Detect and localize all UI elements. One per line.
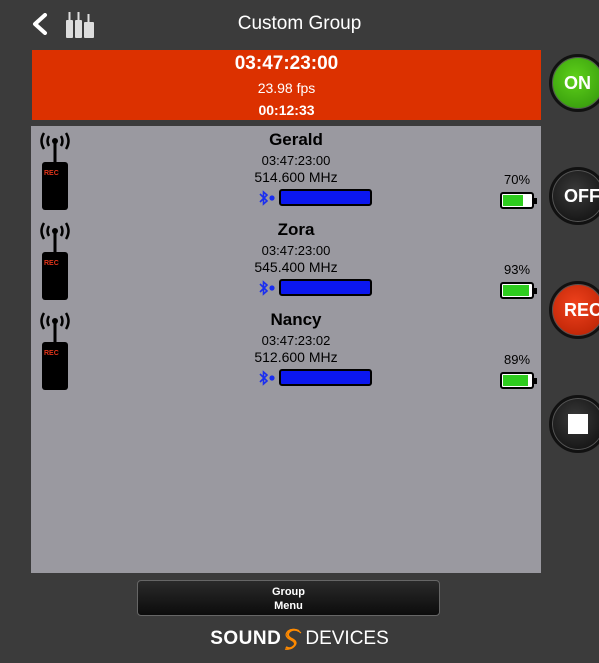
brand-devices: DEVICES [305, 628, 389, 649]
power-off-button[interactable]: OFF [549, 167, 599, 225]
device-row-nancy[interactable]: REC Nancy 03:47:23:02 512.600 MHz 89% [31, 306, 541, 396]
device-info: Zora 03:47:23:00 545.400 MHz [201, 220, 391, 296]
header-bar: Custom Group [0, 0, 599, 48]
timecode-main: 03:47:23:00 [234, 53, 339, 74]
battery-fill [503, 195, 523, 206]
page-title: Custom Group [237, 13, 362, 34]
power-on-button[interactable]: ON [549, 54, 599, 112]
battery-fill [503, 285, 529, 296]
bluetooth-icon [259, 369, 275, 386]
stop-button[interactable] [549, 395, 599, 453]
timecode-display: 03:47:23:00 23.98 fps 00:12:33 [32, 50, 541, 120]
wireless-transmitter-icon: REC [40, 222, 70, 300]
rf-level-bar [279, 369, 372, 386]
stop-icon [568, 414, 588, 434]
group-menu-label-line1: Group [272, 586, 305, 598]
battery-percent: 93% [503, 262, 531, 277]
bluetooth-icon [259, 279, 275, 296]
battery-percent: 89% [503, 352, 531, 367]
device-row-zora[interactable]: REC Zora 03:47:23:00 545.400 MHz 93% [31, 216, 541, 306]
battery-icon [500, 372, 537, 389]
elapsed-time: 00:12:33 [258, 102, 315, 118]
device-timecode: 03:47:23:00 [261, 153, 331, 168]
transmitter-group-icon[interactable] [64, 10, 98, 38]
rec-label: REC [564, 299, 599, 320]
device-name: Gerald [269, 130, 323, 149]
group-menu-label-line2: Menu [274, 600, 303, 612]
battery-status: 93% [497, 262, 537, 299]
rf-level-bar [279, 189, 372, 206]
device-timecode: 03:47:23:02 [261, 333, 331, 348]
group-menu-button[interactable]: Group Menu [137, 580, 440, 616]
record-button[interactable]: REC [549, 281, 599, 339]
device-frequency: 545.400 MHz [254, 259, 338, 275]
rf-level-bar [279, 279, 372, 296]
battery-icon [500, 282, 537, 299]
back-button[interactable] [28, 10, 52, 38]
rec-indicator: REC [44, 170, 59, 177]
device-row-gerald[interactable]: REC Gerald 03:47:23:00 514.600 MHz 70% [31, 126, 541, 216]
rec-indicator: REC [44, 350, 59, 357]
device-list: REC Gerald 03:47:23:00 514.600 MHz 70% R… [31, 126, 541, 573]
device-info: Gerald 03:47:23:00 514.600 MHz [201, 130, 391, 206]
frame-rate: 23.98 fps [257, 80, 316, 96]
sound-devices-logo-icon [285, 628, 302, 650]
device-info: Nancy 03:47:23:02 512.600 MHz [201, 310, 391, 386]
battery-icon [500, 192, 537, 209]
chevron-left-icon [33, 13, 47, 35]
battery-status: 70% [497, 172, 537, 209]
signal-row [201, 279, 391, 296]
brand-sound: SOUND [210, 628, 282, 649]
off-label: OFF [564, 185, 599, 206]
device-name: Nancy [270, 310, 322, 329]
rec-indicator: REC [44, 260, 59, 267]
brand-logo: SOUND DEVICES [0, 627, 599, 651]
wireless-transmitter-icon: REC [40, 312, 70, 390]
battery-status: 89% [497, 352, 537, 389]
device-name: Zora [277, 220, 315, 239]
signal-row [201, 369, 391, 386]
on-label: ON [564, 72, 591, 93]
battery-percent: 70% [503, 172, 531, 187]
wireless-transmitter-icon: REC [40, 132, 70, 210]
battery-fill [503, 375, 528, 386]
device-frequency: 514.600 MHz [254, 169, 338, 185]
signal-row [201, 189, 391, 206]
device-timecode: 03:47:23:00 [261, 243, 331, 258]
bluetooth-icon [259, 189, 275, 206]
device-frequency: 512.600 MHz [254, 349, 338, 365]
